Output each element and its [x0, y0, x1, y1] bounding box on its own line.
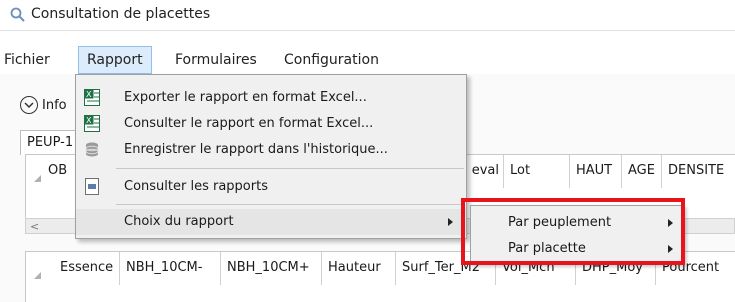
column-header[interactable]: AGE	[622, 155, 662, 189]
window-title: Consultation de placettes	[31, 6, 211, 22]
report-icon	[85, 178, 99, 195]
menu-separator	[116, 204, 464, 205]
excel-icon: X	[84, 89, 100, 106]
scroll-left-icon[interactable]: <	[30, 220, 39, 233]
title-bar: Consultation de placettes	[0, 0, 735, 31]
menu-item-view-excel[interactable]: X Consulter le rapport en format Excel..…	[76, 111, 466, 137]
rapport-dropdown-menu: X Exporter le rapport en format Excel...…	[75, 74, 467, 239]
column-header[interactable]: OB	[26, 155, 76, 189]
chevron-right-icon	[448, 218, 453, 226]
menu-formulaires[interactable]: Formulaires	[175, 46, 257, 74]
info-label: Info	[42, 97, 67, 113]
menu-item-label: Consulter le rapport en format Excel...	[124, 116, 374, 131]
tab-peup[interactable]: PEUP-1	[20, 130, 81, 155]
column-header[interactable]: Hauteur	[322, 252, 396, 286]
menu-item-view-reports[interactable]: Consulter les rapports	[76, 174, 466, 200]
svg-text:X: X	[86, 90, 92, 99]
menu-item-label: Exporter le rapport en format Excel...	[124, 90, 367, 105]
menu-item-save-history[interactable]: Enregistrer le rapport dans l'historique…	[76, 137, 466, 163]
column-header[interactable]: HAUT	[570, 155, 622, 189]
menu-item-report-choice[interactable]: Choix du rapport	[76, 209, 466, 235]
chevron-down-icon	[20, 96, 38, 114]
menu-rapport[interactable]: Rapport	[78, 46, 152, 74]
database-icon	[85, 142, 99, 157]
menu-separator	[116, 168, 464, 169]
search-icon	[10, 7, 25, 22]
excel-icon: X	[84, 115, 100, 132]
column-header[interactable]: NBH_10CM-	[120, 252, 221, 286]
menu-bar: Fichier Rapport Formulaires Configuratio…	[0, 46, 735, 74]
column-header[interactable]: Lot	[504, 155, 570, 189]
menu-item-label: Consulter les rapports	[124, 179, 268, 194]
column-header[interactable]: Essence	[26, 252, 120, 286]
bottom-grid-row	[25, 285, 735, 302]
svg-text:X: X	[86, 116, 92, 125]
column-header[interactable]: DENSITE	[662, 155, 735, 189]
info-expander[interactable]: Info	[20, 96, 67, 114]
highlight-annotation-box	[461, 198, 685, 265]
menu-fichier[interactable]: Fichier	[4, 46, 50, 74]
menu-item-export-excel[interactable]: X Exporter le rapport en format Excel...	[76, 85, 466, 111]
menu-item-label: Enregistrer le rapport dans l'historique…	[124, 142, 388, 157]
menu-configuration[interactable]: Configuration	[284, 46, 379, 74]
column-header[interactable]: NBH_10CM+	[221, 252, 322, 286]
menu-item-label: Choix du rapport	[124, 214, 234, 229]
